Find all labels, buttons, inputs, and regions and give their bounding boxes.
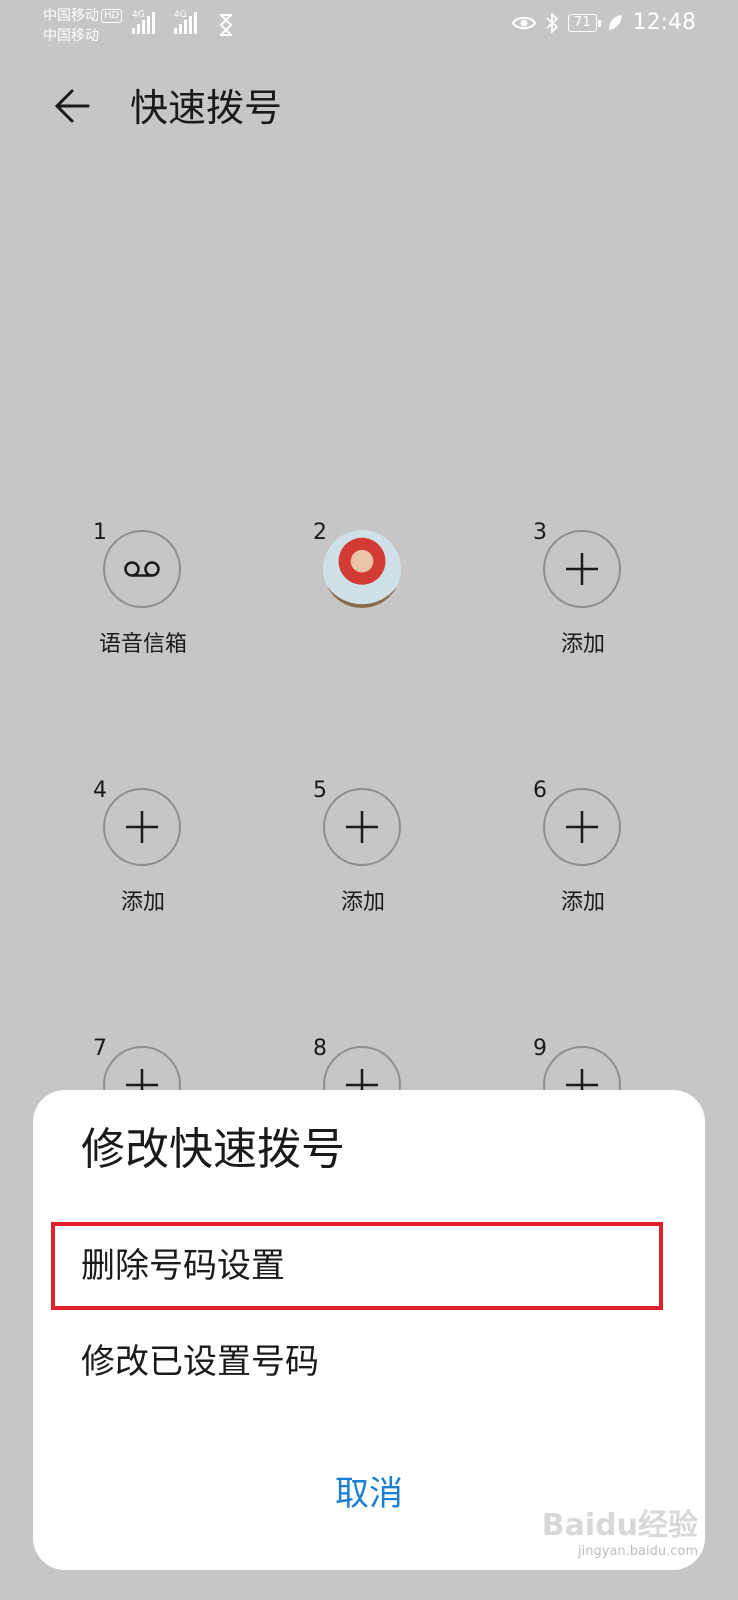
- watermark-brand: Baidu经验: [541, 1508, 698, 1543]
- speed-dial-1[interactable]: 1 语音信箱: [93, 520, 303, 680]
- modify-number-option[interactable]: 修改已设置号码: [81, 1340, 319, 1384]
- network-type-2: 4G: [174, 10, 187, 20]
- carrier-info: 中国移动 HD 中国移动: [43, 6, 123, 46]
- carrier-1: 中国移动: [43, 8, 99, 24]
- signal-icon-1: 4G: [132, 10, 155, 34]
- watermark: Baidu经验 jingyan.baidu.com: [542, 1500, 698, 1559]
- status-right: 71 12:48: [512, 10, 696, 35]
- slot-label: 添加: [120, 890, 165, 915]
- slot-number: 8: [313, 1036, 327, 1061]
- slot-number: 2: [313, 520, 327, 545]
- back-arrow-icon[interactable]: [52, 86, 92, 126]
- page-title: 快速拨号: [130, 86, 283, 130]
- voicemail-icon: [103, 530, 181, 608]
- slot-number: 5: [313, 778, 327, 803]
- battery-indicator: 71: [568, 13, 601, 32]
- delete-number-option[interactable]: 删除号码设置: [81, 1244, 285, 1288]
- watermark-url: jingyan.baidu.com: [578, 1544, 698, 1559]
- contact-avatar: [323, 530, 401, 608]
- bluetooth-icon: [546, 12, 559, 33]
- slot-number: 1: [93, 520, 107, 545]
- slot-label: 添加: [340, 890, 385, 915]
- status-bar: 中国移动 HD 中国移动 4G 4G 71 12:48: [0, 0, 738, 60]
- slot-label: 添加: [560, 890, 605, 915]
- slot-label: 添加: [560, 632, 605, 657]
- dialog-title: 修改快速拨号: [81, 1124, 345, 1175]
- slot-number: 6: [533, 778, 547, 803]
- plus-icon: [543, 788, 621, 866]
- carrier-2: 中国移动: [43, 28, 99, 44]
- slot-number: 4: [93, 778, 107, 803]
- leaf-icon: [608, 14, 622, 30]
- slot-number: 7: [93, 1036, 107, 1061]
- slot-label: 语音信箱: [98, 632, 187, 657]
- slot-number: 9: [533, 1036, 547, 1061]
- speed-dial-3[interactable]: 3 添加: [533, 520, 738, 680]
- modify-speed-dial-dialog: 修改快速拨号 删除号码设置 修改已设置号码 取消: [33, 1090, 705, 1570]
- plus-icon: [323, 788, 401, 866]
- plus-icon: [103, 788, 181, 866]
- slot-number: 3: [533, 520, 547, 545]
- hd-badge: HD: [101, 9, 123, 23]
- clock: 12:48: [632, 10, 696, 35]
- speed-dial-6[interactable]: 6 添加: [533, 778, 738, 938]
- plus-icon: [543, 530, 621, 608]
- signal-icon-2: 4G: [174, 10, 197, 34]
- eye-icon: [512, 16, 537, 29]
- network-type-1: 4G: [132, 10, 145, 20]
- hourglass-icon: [219, 14, 233, 36]
